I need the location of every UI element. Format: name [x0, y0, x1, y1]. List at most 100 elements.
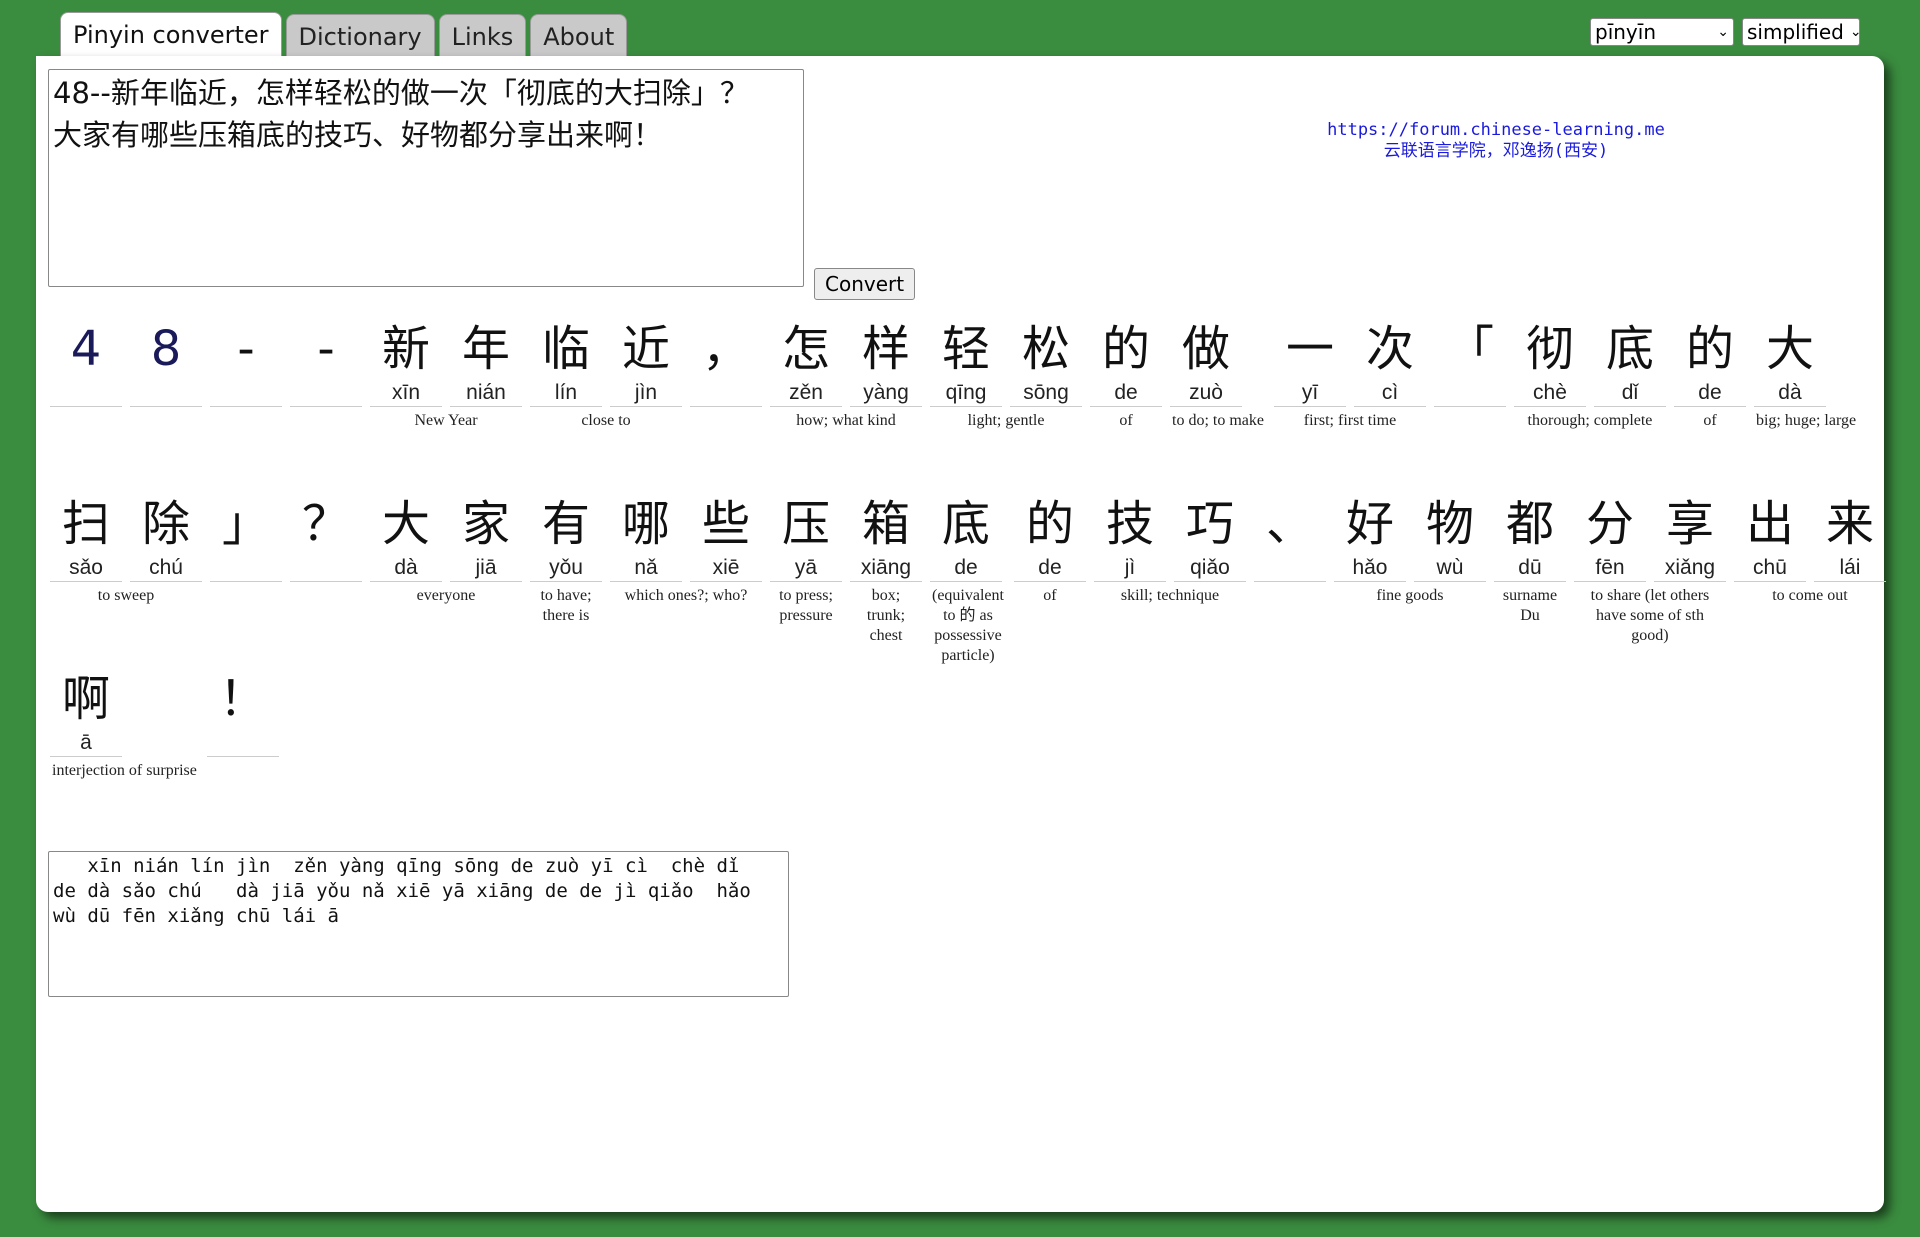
underline [130, 581, 202, 582]
pinyin: nián [466, 381, 506, 404]
hanzi: 有 [541, 496, 590, 552]
underline [770, 581, 842, 582]
hanzi: 4 [70, 321, 102, 377]
underline [1753, 406, 1826, 407]
tab-about[interactable]: About [530, 14, 628, 59]
gloss: to have; there is [540, 587, 592, 624]
word-chars: 哪 nǎ 些 xiē [610, 493, 762, 582]
char-cell: 好 hǎo [1333, 493, 1406, 582]
word-group: 、 [1253, 493, 1326, 586]
script-select[interactable]: simplified ⌄ [1742, 18, 1862, 46]
char-cell: - [210, 318, 282, 407]
word-group: 啊 ā interjection of surprise [50, 668, 199, 781]
chinese-input-textarea[interactable]: 48--新年临近，怎样轻松的做一次「彻底的大扫除」？ 大家有哪些压箱底的技巧、好… [48, 69, 804, 287]
gloss: which ones?; who? [624, 587, 748, 604]
tab-links[interactable]: Links [438, 14, 527, 59]
pinyin-mode-value: pīnyīn [1595, 20, 1656, 44]
word-group: 8 [130, 318, 202, 411]
word-chars: 分 fēn 享 xiǎng [1573, 493, 1726, 582]
gloss: (equivalent to 的 as possessive particle) [932, 587, 1004, 664]
word-chars: 怎 zěn 样 yàng [770, 318, 922, 407]
hanzi: 来 [1825, 496, 1874, 552]
underline [530, 581, 602, 582]
word-group: ！ [206, 668, 279, 761]
underline [1673, 406, 1746, 407]
char-cell: 的 de [1673, 318, 1746, 407]
hanzi: 家 [461, 496, 510, 552]
pinyin: zěn [789, 381, 823, 404]
word-chars: ？ [290, 493, 362, 582]
pinyin: jiā [475, 556, 497, 579]
pinyin: xīn [391, 381, 420, 404]
underline [450, 406, 522, 407]
gloss: everyone [416, 587, 476, 604]
underline [290, 581, 362, 582]
gloss: big; huge; large [1755, 412, 1857, 429]
char-cell: - [290, 318, 362, 407]
word-chars: 的 de [1090, 318, 1162, 407]
hanzi: ？ [301, 496, 350, 552]
underline [1093, 581, 1166, 582]
underline [1333, 581, 1406, 582]
pinyin: de [1698, 381, 1722, 404]
char-cell: 哪 nǎ [610, 493, 682, 582]
chevron-down-icon: ⌄ [1849, 24, 1862, 40]
pinyin: jìn [634, 381, 658, 404]
word-group: 临 lín 近 jìn close to [530, 318, 682, 431]
underline [930, 406, 1002, 407]
underline [50, 406, 122, 407]
underline [850, 406, 922, 407]
underline [1273, 406, 1346, 407]
underline [1170, 406, 1242, 407]
char-cell: 「 [1433, 318, 1506, 407]
underline [770, 406, 842, 407]
pinyin: dà [394, 556, 418, 579]
char-cell: 出 chū [1733, 493, 1806, 582]
word-group: ？ [290, 493, 362, 586]
char-cell: 做 zuò [1170, 318, 1242, 407]
word-group: 出 chū 来 lái to come out [1733, 493, 1886, 606]
word-chars: 一 yī 次 cì [1273, 318, 1426, 407]
underline [1413, 581, 1486, 582]
underline [1653, 581, 1726, 582]
forum-link[interactable]: https://forum.chinese-learning.me [1296, 120, 1696, 141]
pinyin: lái [1839, 556, 1861, 579]
word-chars: - [290, 318, 362, 407]
underline [1813, 581, 1886, 582]
pinyin-mode-select[interactable]: pīnyīn ⌄ [1590, 18, 1734, 46]
word-chars: 、 [1253, 493, 1326, 582]
word-group: 好 hǎo 物 wù fine goods [1333, 493, 1486, 606]
word-chars: 大 dà [1753, 318, 1858, 407]
word-group: ， [690, 318, 762, 411]
hanzi: 出 [1745, 496, 1794, 552]
word-chars: 有 yǒu [530, 493, 602, 582]
underline [50, 756, 122, 757]
hanzi: 物 [1425, 496, 1474, 552]
word-group: 大 dà big; huge; large [1753, 318, 1858, 431]
char-cell: 都 dū [1493, 493, 1566, 582]
word-group: 有 yǒu to have; there is [530, 493, 602, 626]
word-chars: 压 yā [770, 493, 842, 582]
hanzi: 底 [1605, 321, 1654, 377]
pinyin: fēn [1595, 556, 1625, 579]
char-cell: 彻 chè [1513, 318, 1586, 407]
hanzi: ， [701, 321, 750, 377]
gloss: skill; technique [1120, 587, 1220, 604]
tab-dictionary[interactable]: Dictionary [285, 14, 435, 59]
pinyin: yàng [863, 381, 909, 404]
convert-button[interactable]: Convert [814, 268, 916, 300]
gloss: of [1043, 587, 1057, 604]
hanzi: 、 [1265, 496, 1314, 552]
underline [1353, 406, 1426, 407]
pinyin: xiǎng [1664, 556, 1716, 579]
underline [210, 581, 282, 582]
gloss: thorough; complete [1527, 412, 1653, 429]
chevron-down-icon: ⌄ [1717, 24, 1729, 40]
hanzi: 好 [1345, 496, 1394, 552]
hanzi: 大 [381, 496, 430, 552]
char-cell: 样 yàng [850, 318, 922, 407]
pinyin-output-textarea[interactable]: xīn nián lín jìn zěn yàng qīng sōng de z… [48, 851, 789, 997]
gloss: to sweep [97, 587, 155, 604]
pinyin: yā [794, 556, 818, 579]
word-chars: 4 [50, 318, 122, 407]
